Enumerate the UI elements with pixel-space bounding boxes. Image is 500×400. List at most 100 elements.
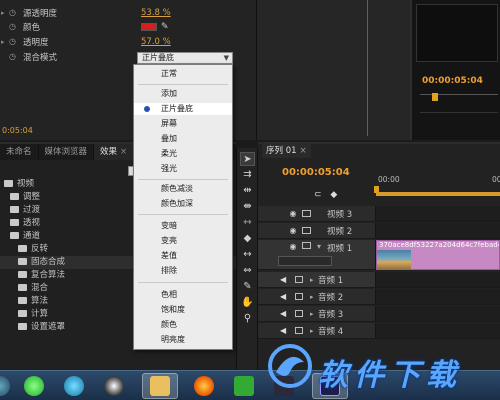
marker-icon[interactable]: ◆ xyxy=(330,190,337,200)
tab-effects[interactable]: 效果 × xyxy=(94,144,135,160)
menu-item-lighten[interactable]: 变亮 xyxy=(134,235,232,247)
lock-toggle-icon[interactable] xyxy=(302,210,311,217)
menu-item-exclusion[interactable]: 排除 xyxy=(134,265,232,277)
folder-icon xyxy=(150,376,170,396)
menu-separator xyxy=(138,214,228,215)
property-value[interactable]: 53.8 % xyxy=(141,8,171,18)
expand-triangle-icon[interactable]: ▸ xyxy=(310,293,318,301)
snap-icon[interactable]: ⊂ xyxy=(314,190,322,200)
qq-icon[interactable] xyxy=(104,376,124,396)
menu-item-overlay[interactable]: 叠加 xyxy=(134,133,232,145)
slip-tool-icon[interactable]: ↔ xyxy=(240,248,255,262)
expand-triangle-icon[interactable]: ▸ xyxy=(310,310,318,318)
work-area-bar[interactable] xyxy=(376,192,500,196)
hand-tool-icon[interactable]: ✋ xyxy=(240,296,255,310)
tab-project[interactable]: 未命名 xyxy=(0,144,39,160)
track-select-tool-icon[interactable]: ⇉ xyxy=(240,168,255,182)
video-clip[interactable]: 370ace8df53227a204d64c7febad4 xyxy=(376,240,500,270)
menu-item-add[interactable]: 添加 xyxy=(134,88,232,100)
menu-item-hue[interactable]: 色相 xyxy=(134,289,232,301)
menu-item-darken[interactable]: 变暗 xyxy=(134,220,232,232)
close-icon[interactable]: × xyxy=(300,146,307,156)
menu-item-color[interactable]: 颜色 xyxy=(134,319,232,331)
menu-item-saturation[interactable]: 饱和度 xyxy=(134,304,232,316)
menu-item-multiply[interactable]: 正片叠底 xyxy=(134,103,232,115)
playhead-marker[interactable] xyxy=(374,186,379,193)
track-content[interactable] xyxy=(376,289,500,304)
tab-media-browser[interactable]: 媒体浏览器 xyxy=(39,144,95,160)
tab-sequence[interactable]: 序列 01 × xyxy=(262,144,311,158)
track-content[interactable] xyxy=(376,223,500,238)
eyedropper-icon[interactable]: ✎ xyxy=(161,22,169,32)
keyframe-controls[interactable] xyxy=(278,256,332,266)
playhead-line[interactable] xyxy=(367,0,368,136)
menu-item-hard-light[interactable]: 强光 xyxy=(134,163,232,175)
menu-item-label: 叠加 xyxy=(161,134,177,143)
menu-item-normal[interactable]: 正常 xyxy=(134,68,232,80)
track-content[interactable] xyxy=(376,206,500,221)
monitor-time-ruler[interactable] xyxy=(420,93,498,102)
browser-360-icon[interactable] xyxy=(24,376,44,396)
eye-icon[interactable]: ◉ xyxy=(286,226,300,235)
stopwatch-icon[interactable]: ◷ xyxy=(9,22,18,31)
speaker-icon[interactable]: ◀ xyxy=(280,292,292,301)
folder-icon xyxy=(10,232,19,239)
tree-item-label: 计算 xyxy=(31,309,49,319)
expand-triangle-icon[interactable]: ▸ xyxy=(310,327,318,335)
track-content[interactable] xyxy=(376,306,500,321)
sequence-timecode[interactable]: 00:00:05:04 xyxy=(282,167,350,178)
color-swatch[interactable] xyxy=(141,22,157,31)
menu-item-color-dodge[interactable]: 颜色减淡 xyxy=(134,183,232,195)
menu-item-screen[interactable]: 屏幕 xyxy=(134,118,232,130)
rolling-edit-tool-icon[interactable]: ⇼ xyxy=(240,200,255,214)
expand-triangle-icon[interactable]: ▸ xyxy=(1,38,9,46)
ripple-edit-tool-icon[interactable]: ⇹ xyxy=(240,184,255,198)
eye-icon[interactable]: ◉ xyxy=(286,242,300,251)
selection-tool-icon[interactable]: ➤ xyxy=(240,152,255,166)
effect-controls-timeline[interactable] xyxy=(257,0,410,140)
speaker-icon[interactable]: ◀ xyxy=(280,326,292,335)
stopwatch-icon[interactable]: ◷ xyxy=(9,52,18,61)
razor-tool-icon[interactable]: ◆ xyxy=(240,232,255,246)
menu-item-soft-light[interactable]: 柔光 xyxy=(134,148,232,160)
playhead-marker[interactable] xyxy=(432,93,438,101)
expand-triangle-icon[interactable]: ▸ xyxy=(1,9,9,17)
media-player-icon[interactable] xyxy=(64,376,84,396)
speaker-icon[interactable]: ◀ xyxy=(280,275,292,284)
monitor-frame xyxy=(416,4,498,62)
lock-toggle-icon[interactable] xyxy=(295,276,303,283)
time-ruler[interactable]: 00:00 00:00 xyxy=(374,172,500,196)
lock-toggle-icon[interactable] xyxy=(295,327,303,334)
lock-toggle-icon[interactable] xyxy=(302,227,311,234)
menu-item-luminosity[interactable]: 明亮度 xyxy=(134,334,232,346)
track-content[interactable] xyxy=(376,272,500,287)
close-icon[interactable]: × xyxy=(120,147,127,157)
lock-toggle-icon[interactable] xyxy=(295,310,303,317)
tree-item-label: 设置遮罩 xyxy=(31,322,66,332)
property-value[interactable]: 57.0 % xyxy=(141,37,171,47)
firefox-icon[interactable] xyxy=(194,376,214,396)
track-content[interactable]: 370ace8df53227a204d64c7febad4 xyxy=(376,240,500,270)
rate-stretch-tool-icon[interactable]: ⇿ xyxy=(240,216,255,230)
track-content[interactable] xyxy=(376,323,500,338)
slide-tool-icon[interactable]: ⇔ xyxy=(240,264,255,278)
menu-item-label: 明亮度 xyxy=(161,335,185,344)
app-icon[interactable] xyxy=(274,376,294,396)
program-timecode[interactable]: 00:00:05:04 xyxy=(422,76,483,86)
start-button-icon[interactable] xyxy=(0,376,10,396)
blend-mode-select[interactable]: 正片叠底 ▼ xyxy=(137,52,233,64)
effect-icon xyxy=(18,323,27,330)
menu-item-difference[interactable]: 差值 xyxy=(134,250,232,262)
stopwatch-icon[interactable]: ◷ xyxy=(9,37,18,46)
stopwatch-icon[interactable]: ◷ xyxy=(9,8,18,17)
expand-triangle-icon[interactable]: ▸ xyxy=(310,276,318,284)
lock-toggle-icon[interactable] xyxy=(302,242,311,249)
lock-toggle-icon[interactable] xyxy=(295,293,303,300)
speaker-icon[interactable]: ◀ xyxy=(280,309,292,318)
collapse-triangle-icon[interactable]: ▾ xyxy=(317,242,327,251)
pen-tool-icon[interactable]: ✎ xyxy=(240,280,255,294)
media-play-icon[interactable] xyxy=(234,376,254,396)
menu-item-color-burn[interactable]: 颜色加深 xyxy=(134,198,232,210)
zoom-tool-icon[interactable]: ⚲ xyxy=(240,312,255,326)
eye-icon[interactable]: ◉ xyxy=(286,209,300,218)
